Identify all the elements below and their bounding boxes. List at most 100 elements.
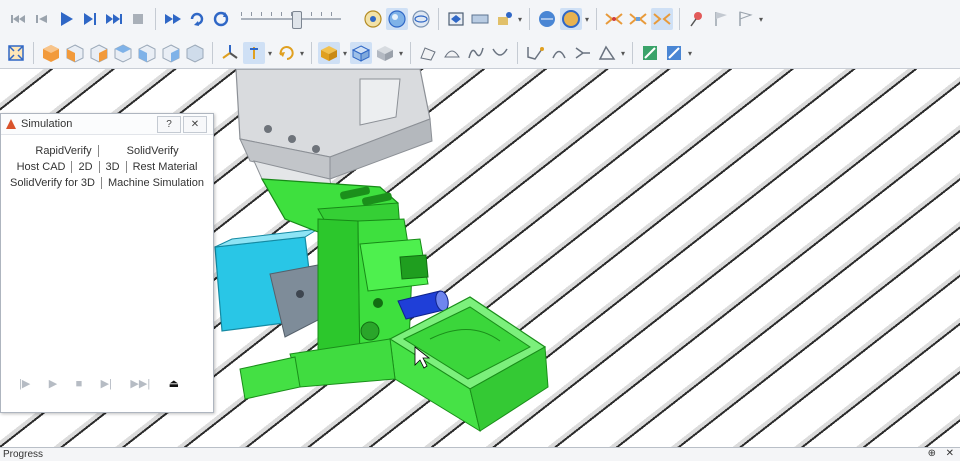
toolbar-separator xyxy=(438,8,439,30)
simulation-title: Simulation xyxy=(21,118,73,130)
toolbar-separator xyxy=(679,8,680,30)
progress-panel: Progress ⊕ ✕ xyxy=(0,447,960,461)
simulation-tab-row-1: RapidVerify SolidVerify xyxy=(1,143,213,159)
toolbar-separator xyxy=(529,8,530,30)
step-back-icon[interactable] xyxy=(31,8,53,30)
machine-a-icon[interactable] xyxy=(639,42,661,64)
play-button[interactable]: ▶ xyxy=(49,377,57,390)
spindle-head xyxy=(235,69,433,198)
view-target-icon[interactable] xyxy=(362,8,384,30)
collision-grid-icon[interactable] xyxy=(651,8,673,30)
speed-slider-thumb[interactable] xyxy=(292,11,302,29)
playback-controls: |▶ ▶ ■ ▶| ▶▶| ⏏ xyxy=(19,377,179,391)
toolbar-separator xyxy=(596,8,597,30)
tab-solidverify-for-3d[interactable]: SolidVerify for 3D xyxy=(4,177,101,189)
collision-check-icon[interactable] xyxy=(603,8,625,30)
tab-3d[interactable]: 3D xyxy=(98,161,126,173)
view-sphere-icon[interactable] xyxy=(386,8,408,30)
chevron-down-icon[interactable]: ▾ xyxy=(266,49,274,58)
speed-slider[interactable] xyxy=(241,8,341,30)
tab-rapidverify[interactable]: RapidVerify xyxy=(29,145,97,157)
flag-icon[interactable] xyxy=(710,8,732,30)
left-view-icon[interactable] xyxy=(112,42,134,64)
run-to-end-button[interactable]: ▶▶| xyxy=(130,377,150,390)
step-forward-icon[interactable] xyxy=(79,8,101,30)
back-view-icon[interactable] xyxy=(88,42,110,64)
stop-icon[interactable] xyxy=(127,8,149,30)
eject-button[interactable]: ⏏ xyxy=(169,377,179,390)
simulation-toolbar: ▾ ▾ ▾ xyxy=(0,0,960,39)
collision-list-icon[interactable] xyxy=(627,8,649,30)
toolpath-a-icon[interactable] xyxy=(524,42,546,64)
toolbar-separator xyxy=(410,42,411,64)
chevron-down-icon[interactable]: ▾ xyxy=(397,49,405,58)
chevron-down-icon[interactable]: ▾ xyxy=(583,15,591,24)
globe-shaded-icon[interactable] xyxy=(560,8,582,30)
toolbar-separator xyxy=(33,42,34,64)
stock-display-icon[interactable] xyxy=(445,8,467,30)
pin-button[interactable]: ⊕ xyxy=(928,448,936,459)
toolbar-separator xyxy=(517,42,518,64)
bottom-view-icon[interactable] xyxy=(184,42,206,64)
toolpath-c-icon[interactable] xyxy=(572,42,594,64)
globe-view-icon[interactable] xyxy=(536,8,558,30)
solid-view-icon[interactable] xyxy=(374,42,396,64)
toolpath-b-icon[interactable] xyxy=(548,42,570,64)
wireframe-view-icon[interactable] xyxy=(350,42,372,64)
measure-icon[interactable] xyxy=(469,8,491,30)
simulation-titlebar[interactable]: Simulation xyxy=(1,114,213,135)
simulation-app-icon xyxy=(6,119,16,129)
simulation-panel: Simulation ? ✕ RapidVerify SolidVerify H… xyxy=(0,113,214,413)
settings-wand-icon[interactable] xyxy=(493,8,515,30)
tab-rest-material[interactable]: Rest Material xyxy=(125,161,204,173)
speed-slider-ticks xyxy=(241,12,341,16)
loop-icon[interactable] xyxy=(186,8,208,30)
tab-solidverify[interactable]: SolidVerify xyxy=(97,145,185,157)
close-button[interactable]: ✕ xyxy=(946,448,954,459)
curve-a-icon[interactable] xyxy=(465,42,487,64)
view-toolbar: ▾ ▾ ▾ ▾ ▾ ▾ xyxy=(0,38,960,69)
tab-machine-simulation[interactable]: Machine Simulation xyxy=(100,177,210,189)
step-back-button[interactable]: |▶ xyxy=(19,377,30,390)
iso-view-icon[interactable] xyxy=(40,42,62,64)
front-view-icon[interactable] xyxy=(64,42,86,64)
tab-2d[interactable]: 2D xyxy=(71,161,98,173)
axis-triad-icon[interactable] xyxy=(219,42,241,64)
shaded-view-icon[interactable] xyxy=(318,42,340,64)
step-forward-button[interactable]: ▶| xyxy=(101,377,112,390)
chevron-down-icon[interactable]: ▾ xyxy=(686,49,694,58)
simulation-tab-row-3: SolidVerify for 3D Machine Simulation xyxy=(1,175,213,191)
speed-slider-track xyxy=(241,18,341,20)
simulation-tab-row-2: Host CAD 2D 3D Rest Material xyxy=(1,159,213,175)
flag-outline-icon[interactable] xyxy=(734,8,756,30)
fast-forward-icon[interactable] xyxy=(162,8,184,30)
run-to-end-icon[interactable] xyxy=(103,8,125,30)
help-button[interactable]: ? xyxy=(157,116,181,133)
top-view-icon[interactable] xyxy=(160,42,182,64)
surface-a-icon[interactable] xyxy=(417,42,439,64)
close-button[interactable]: ✕ xyxy=(183,116,207,133)
toolbar-separator xyxy=(155,8,156,30)
rotate-view-icon[interactable] xyxy=(275,42,297,64)
chevron-down-icon[interactable]: ▾ xyxy=(341,49,349,58)
view-orbit-icon[interactable] xyxy=(410,8,432,30)
right-view-icon[interactable] xyxy=(136,42,158,64)
machine-b-icon[interactable] xyxy=(663,42,685,64)
play-icon[interactable] xyxy=(55,8,77,30)
chevron-down-icon[interactable]: ▾ xyxy=(619,49,627,58)
stop-button[interactable]: ■ xyxy=(76,378,83,390)
chevron-down-icon[interactable]: ▾ xyxy=(757,15,765,24)
tab-host-cad[interactable]: Host CAD xyxy=(11,161,72,173)
fit-view-icon[interactable] xyxy=(5,42,27,64)
refresh-icon[interactable] xyxy=(210,8,232,30)
rewind-to-start-icon[interactable] xyxy=(7,8,29,30)
pin-icon[interactable] xyxy=(686,8,708,30)
progress-label: Progress xyxy=(3,449,44,460)
curve-b-icon[interactable] xyxy=(489,42,511,64)
axis-select-icon[interactable] xyxy=(243,42,265,64)
toolpath-d-icon[interactable] xyxy=(596,42,618,64)
toolbar-separator xyxy=(632,42,633,64)
chevron-down-icon[interactable]: ▾ xyxy=(298,49,306,58)
surface-b-icon[interactable] xyxy=(441,42,463,64)
chevron-down-icon[interactable]: ▾ xyxy=(516,15,524,24)
